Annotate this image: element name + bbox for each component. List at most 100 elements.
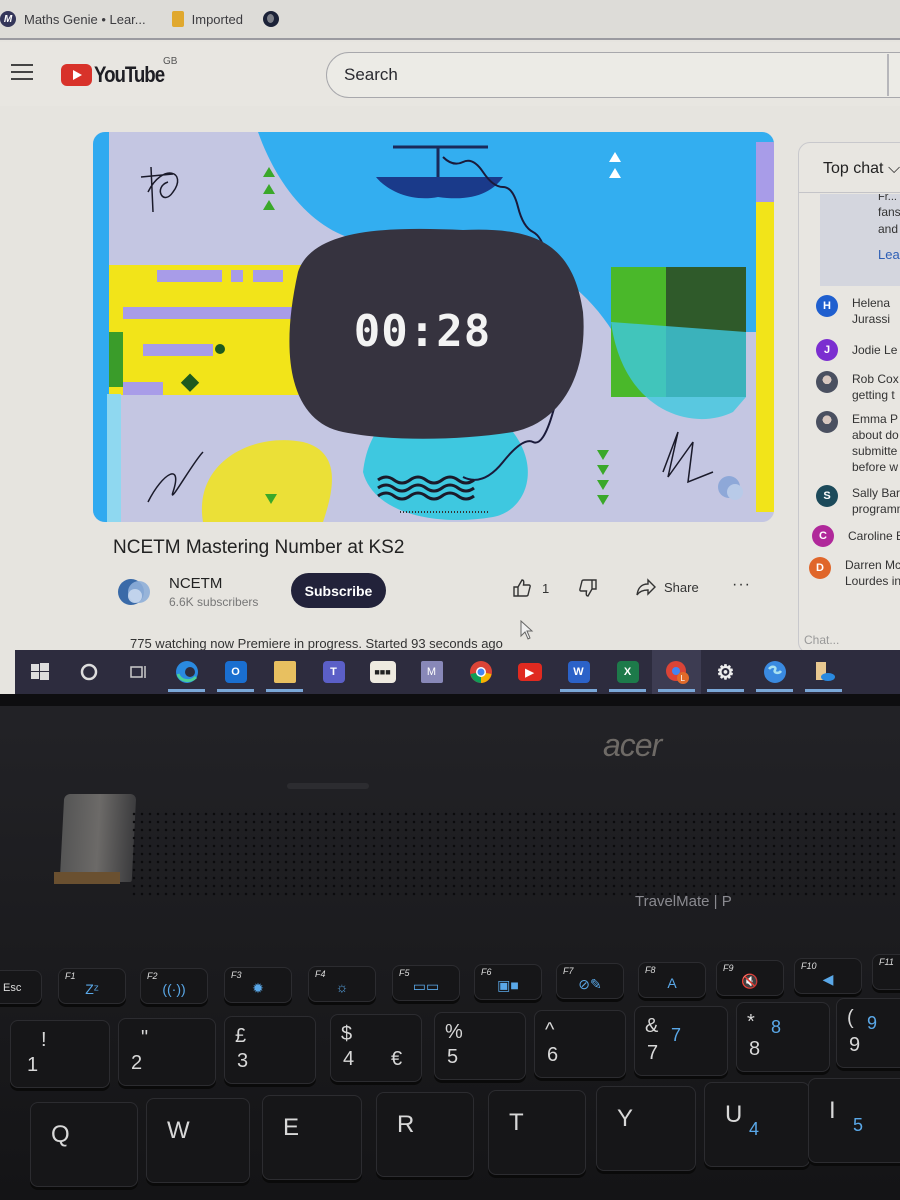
taskbar-chrome[interactable] bbox=[456, 650, 505, 694]
key-2[interactable]: " 2 bbox=[118, 1018, 216, 1086]
dislike-button[interactable] bbox=[578, 578, 598, 603]
search-placeholder: Search bbox=[344, 65, 398, 84]
taskbar-word[interactable]: W bbox=[554, 650, 603, 694]
taskbar-youtube[interactable]: ▶ bbox=[505, 650, 554, 694]
key-label: F3 bbox=[231, 970, 242, 980]
key-f4[interactable]: F4 ☼ bbox=[308, 966, 376, 1002]
key-9[interactable]: (9 9 bbox=[836, 998, 900, 1068]
taskbar-outlook[interactable]: O bbox=[211, 650, 260, 694]
taskbar-cortana[interactable] bbox=[64, 650, 113, 694]
chat-author: Sally Barl bbox=[852, 486, 900, 500]
chat-input[interactable]: Chat... bbox=[804, 633, 839, 647]
key-e[interactable]: E bbox=[262, 1095, 362, 1180]
display-switch-icon: ▭▭ bbox=[412, 978, 440, 994]
key-y[interactable]: Y bbox=[596, 1086, 696, 1171]
task-view-icon bbox=[129, 666, 146, 678]
bookmark-maths-genie[interactable]: M Maths Genie • Lear... bbox=[0, 11, 146, 27]
taskbar-chrome-profile[interactable]: L bbox=[652, 650, 701, 694]
laptop-screen: M Maths Genie • Lear... Imported YouTube… bbox=[0, 0, 900, 700]
brightness-up-icon: ✹ bbox=[252, 980, 264, 996]
keyboard-backlight-icon: A bbox=[667, 975, 677, 991]
chat-mode-dropdown[interactable]: Top chat ⌵ bbox=[799, 143, 900, 193]
taskbar-m-app[interactable]: M bbox=[407, 650, 456, 694]
teams-icon: T bbox=[322, 661, 345, 683]
taskbar-start[interactable] bbox=[15, 650, 64, 694]
taskbar-dots-app[interactable]: ■■■ bbox=[358, 650, 407, 694]
key-digit: 3 bbox=[237, 1050, 249, 1072]
key-f11[interactable]: F11 bbox=[872, 954, 900, 990]
key-letter: Q bbox=[51, 1121, 70, 1148]
key-4[interactable]: $4 € bbox=[330, 1014, 422, 1082]
more-actions-button[interactable]: ··· bbox=[732, 576, 751, 594]
key-8[interactable]: * 8 8 bbox=[736, 1002, 830, 1072]
taskbar-file-explorer[interactable] bbox=[260, 650, 309, 694]
taskbar-teams[interactable]: T bbox=[309, 650, 358, 694]
video-artwork bbox=[93, 132, 774, 522]
key-1[interactable]: ! 1 bbox=[10, 1020, 110, 1088]
learn-more-link[interactable]: Lear bbox=[878, 246, 900, 263]
dots-app-icon: ■■■ bbox=[369, 661, 396, 683]
key-f9[interactable]: F9 🔇 bbox=[716, 960, 784, 996]
chat-avatar: H bbox=[816, 295, 838, 317]
key-f1[interactable]: F1 Zᶻ bbox=[58, 968, 126, 1004]
taskbar-globe-app[interactable] bbox=[750, 650, 799, 694]
taskbar-excel[interactable]: X bbox=[603, 650, 652, 694]
key-6[interactable]: ^ 6 bbox=[534, 1010, 626, 1078]
key-esc[interactable]: Esc bbox=[0, 970, 42, 1004]
taskbar-settings[interactable]: ⚙ bbox=[701, 650, 750, 694]
key-f7[interactable]: F7 ⊘✎ bbox=[556, 963, 624, 999]
video-player[interactable]: 00:28 bbox=[93, 132, 774, 522]
channel-name[interactable]: NCETM bbox=[169, 575, 222, 592]
chat-avatar: S bbox=[816, 485, 838, 507]
bookmark-label: Maths Genie • Lear... bbox=[24, 11, 146, 27]
thumbs-down-icon bbox=[579, 579, 597, 597]
key-letter: R bbox=[397, 1111, 415, 1138]
subscribe-button[interactable]: Subscribe bbox=[291, 573, 386, 608]
key-f8[interactable]: F8 A bbox=[638, 962, 706, 998]
key-f3[interactable]: F3 ✹ bbox=[224, 967, 292, 1003]
key-r[interactable]: R bbox=[376, 1092, 474, 1177]
key-u[interactable]: U4 bbox=[704, 1082, 810, 1167]
hinge-slot bbox=[287, 783, 369, 789]
key-7[interactable]: & 7 7 bbox=[634, 1006, 728, 1076]
touchpad-toggle-icon: ⊘✎ bbox=[578, 976, 602, 992]
taskbar-task-view[interactable] bbox=[113, 650, 162, 694]
taskbar-edge[interactable] bbox=[162, 650, 211, 694]
key-q[interactable]: Q bbox=[30, 1102, 138, 1187]
bookmark-imported[interactable]: Imported bbox=[171, 11, 243, 27]
youtube-logo[interactable]: YouTube bbox=[61, 62, 176, 88]
chrome-profile-icon: L bbox=[665, 661, 689, 684]
divider bbox=[0, 38, 900, 40]
edge-icon bbox=[175, 661, 198, 683]
channel-avatar[interactable] bbox=[117, 576, 153, 608]
key-digit: 1 bbox=[27, 1054, 39, 1076]
key-i[interactable]: I5 bbox=[808, 1078, 900, 1163]
chat-avatar: J bbox=[816, 339, 838, 361]
chat-avatar bbox=[816, 371, 838, 393]
chat-text: about do bbox=[852, 428, 899, 442]
key-digit: 2 bbox=[131, 1052, 143, 1074]
key-3[interactable]: £3 bbox=[224, 1016, 316, 1084]
menu-icon[interactable] bbox=[11, 64, 33, 80]
speaker-grille bbox=[130, 810, 900, 900]
share-button[interactable]: Share bbox=[636, 578, 699, 596]
key-t[interactable]: T bbox=[488, 1090, 586, 1175]
key-f10[interactable]: F10 ◀ bbox=[794, 958, 862, 994]
key-label: F11 bbox=[879, 957, 894, 967]
key-letter: W bbox=[167, 1117, 190, 1144]
search-input[interactable]: Search bbox=[326, 52, 900, 98]
key-letter: U bbox=[725, 1101, 743, 1128]
key-f5[interactable]: F5 ▭▭ bbox=[392, 965, 460, 1001]
key-w[interactable]: W bbox=[146, 1098, 250, 1183]
volume-down-icon: ◀ bbox=[822, 971, 834, 987]
search-button-edge[interactable] bbox=[887, 54, 889, 96]
key-symbol: & bbox=[645, 1015, 659, 1037]
like-button[interactable]: 1 bbox=[512, 578, 549, 598]
bookmark-globe[interactable] bbox=[262, 11, 279, 27]
key-f2[interactable]: F2 ((·)) bbox=[140, 968, 208, 1004]
banner-line: and bbox=[878, 222, 899, 236]
key-label: Esc bbox=[3, 982, 22, 994]
key-5[interactable]: % 5 bbox=[434, 1012, 526, 1080]
key-f6[interactable]: F6 ▣■ bbox=[474, 964, 542, 1000]
taskbar-onedrive-files[interactable] bbox=[799, 650, 848, 694]
